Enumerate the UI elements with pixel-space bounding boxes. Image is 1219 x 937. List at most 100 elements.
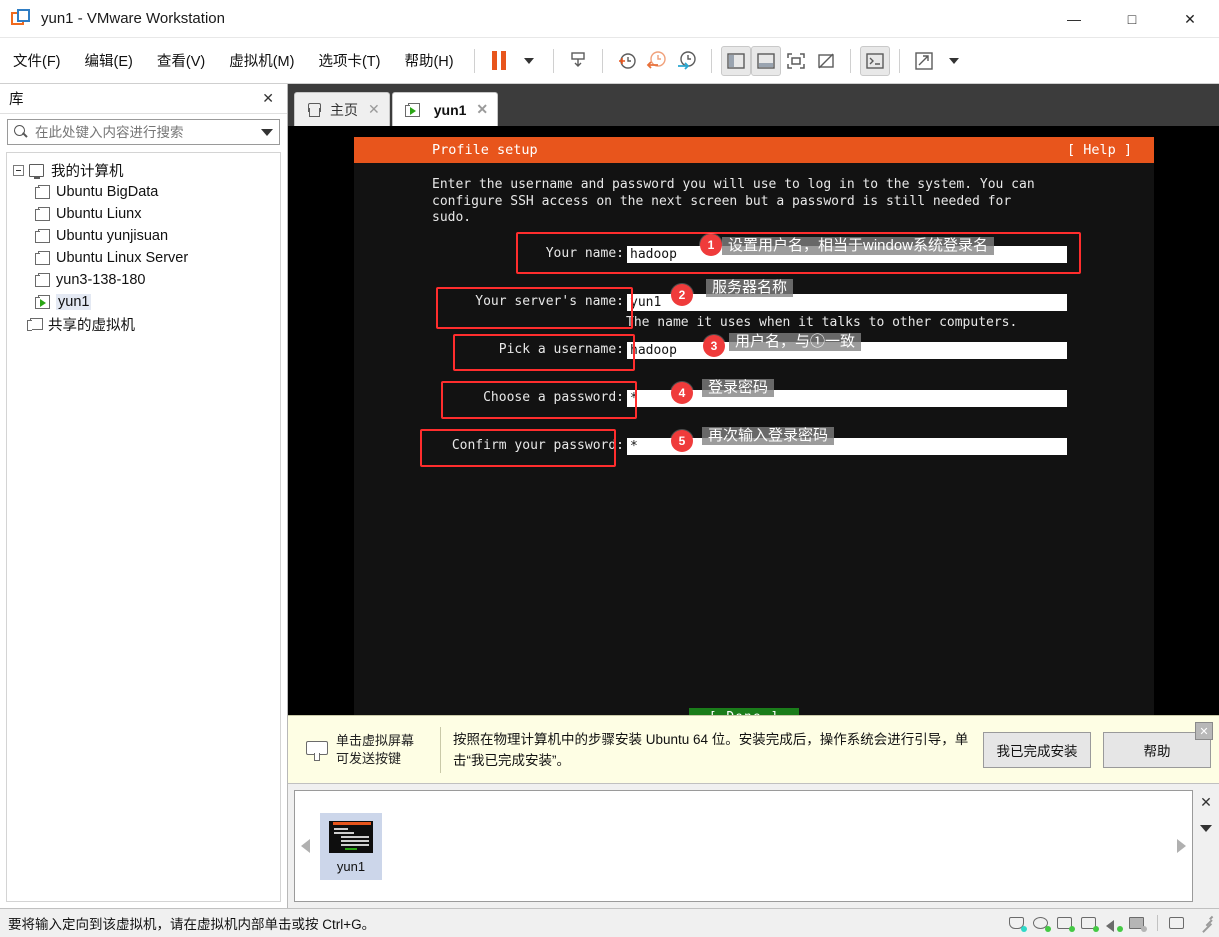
window-title: yun1 - VMware Workstation [41, 10, 225, 27]
sidebar-item-ubuntu-liunx[interactable]: Ubuntu Liunx [7, 203, 280, 225]
sidebar-item-yun3-138-180[interactable]: yun3-138-180 [7, 269, 280, 291]
menu-view[interactable]: 查看(V) [146, 46, 216, 75]
sidebar-item-shared-vms[interactable]: 共享的虚拟机 [7, 313, 280, 335]
dropdown-caret-icon[interactable] [514, 46, 544, 76]
form-row-server-name: Your server's name: yun1 The name it use… [354, 278, 1154, 330]
sidebar-item-ubuntu-bigdata[interactable]: Ubuntu BigData [7, 181, 280, 203]
thumbnail-preview [329, 820, 373, 853]
send-to-back-icon[interactable] [563, 46, 593, 76]
page-title: Profile setup [432, 142, 538, 158]
choose-password-label: Choose a password: [483, 389, 624, 405]
vm-screen[interactable]: Profile setup [ Help ] Enter the usernam… [288, 126, 1219, 728]
revert-snapshot-icon[interactable] [642, 46, 672, 76]
list-item-label: yun3-138-180 [56, 272, 146, 288]
resize-grip[interactable] [1199, 915, 1213, 933]
full-screen-icon[interactable] [781, 46, 811, 76]
stretch-view-icon[interactable] [909, 46, 939, 76]
hint-close-icon[interactable]: ✕ [1195, 722, 1213, 740]
vmware-logo-icon [11, 8, 31, 29]
choose-password-input[interactable]: * [627, 389, 1067, 407]
list-item-label: 共享的虚拟机 [48, 317, 135, 334]
console-view-icon[interactable] [859, 45, 890, 76]
pause-icon[interactable] [484, 46, 514, 76]
search-input[interactable] [35, 124, 261, 140]
network-adapter-icon[interactable] [1057, 916, 1075, 932]
search-icon [14, 125, 28, 139]
help-link[interactable]: [ Help ] [1067, 142, 1132, 158]
workspace: 主页 ✕ yun1 ✕ Profile setup [ Help ] Enter… [288, 84, 1219, 908]
thumbnail-item-yun1[interactable]: yun1 [320, 812, 382, 880]
tab-yun1[interactable]: yun1 ✕ [391, 92, 499, 126]
tab-home[interactable]: 主页 ✕ [294, 92, 390, 126]
annotation-badge-4: 4 [671, 381, 693, 404]
form-row-choose-password: Choose a password: * 4 登录密码 [354, 378, 1154, 419]
maximize-button[interactable]: □ [1103, 0, 1161, 38]
sidebar-item-yun1[interactable]: yun1 [7, 291, 280, 313]
annotation-badge-2: 2 [671, 283, 693, 306]
sidebar-item-ubuntu-yunjisuan[interactable]: Ubuntu yunjisuan [7, 225, 280, 247]
manage-snapshots-icon[interactable] [672, 46, 702, 76]
menu-vm[interactable]: 虚拟机(M) [218, 46, 305, 75]
close-button[interactable]: ✕ [1161, 0, 1219, 38]
vm-icon [35, 273, 50, 287]
hint-message: 按照在物理计算机中的步骤安装 Ubuntu 64 位。安装完成后，操作系统会进行… [453, 731, 969, 768]
next-arrow-icon[interactable] [1177, 839, 1186, 853]
sound-card-icon[interactable] [1105, 916, 1123, 932]
prev-arrow-icon[interactable] [301, 839, 310, 853]
list-item-label: Ubuntu Liunx [56, 206, 142, 222]
confirm-password-input[interactable]: * [627, 437, 1067, 455]
menu-edit[interactable]: 编辑(E) [74, 46, 144, 75]
take-snapshot-icon[interactable] [612, 46, 642, 76]
sidebar-item-ubuntu-linux-server[interactable]: Ubuntu Linux Server [7, 247, 280, 269]
annotation-badge-3: 3 [703, 334, 725, 357]
cd-dvd-icon[interactable] [1033, 916, 1051, 932]
annotation-note-4: 登录密码 [702, 378, 775, 397]
tab-label: yun1 [433, 101, 467, 118]
finished-install-button[interactable]: 我已完成安装 [983, 731, 1091, 768]
search-box[interactable] [7, 119, 280, 145]
menu-tabs[interactable]: 选项卡(T) [307, 46, 391, 75]
toolbar-separator [898, 48, 900, 73]
library-close-icon[interactable]: ✕ [258, 90, 278, 107]
collapse-caret-icon[interactable] [1200, 825, 1212, 832]
collapse-expander-icon[interactable] [13, 164, 24, 176]
tree-root-label: 我的计算机 [51, 163, 124, 180]
home-icon [307, 102, 322, 117]
minimize-button[interactable]: — [1045, 0, 1103, 38]
search-dropdown-caret-icon[interactable] [261, 128, 273, 136]
vm-tree: 我的计算机 Ubuntu BigData Ubuntu Liunx Ubuntu… [6, 152, 281, 902]
installation-hint-bar: 单击虚拟屏幕 可发送按键 按照在物理计算机中的步骤安装 Ubuntu 64 位。… [288, 715, 1219, 783]
status-separator [1157, 915, 1158, 931]
annotation-note-1: 设置用户名，相当于window系统登录名 [722, 236, 995, 255]
show-library-icon[interactable] [720, 45, 751, 76]
ubuntu-installer-console[interactable]: Profile setup [ Help ] Enter the usernam… [354, 137, 1154, 728]
printer-icon[interactable] [1081, 916, 1099, 932]
library-panel: 库 ✕ 我的计算机 Ubuntu BigData Ubuntu Liunx [0, 84, 288, 908]
menu-bar: 文件(F) 编辑(E) 查看(V) 虚拟机(M) 选项卡(T) 帮助(H) [0, 38, 1219, 84]
click-hint-text: 单击虚拟屏幕 可发送按键 [336, 732, 415, 766]
tab-close-icon[interactable]: ✕ [366, 101, 380, 118]
tree-root-my-computer[interactable]: 我的计算机 [7, 159, 280, 181]
usb-device-icon[interactable] [1129, 916, 1147, 932]
status-bar: 要将输入定向到该虚拟机，请在虚拟机内部单击或按 Ctrl+G。 [0, 908, 1219, 937]
unity-mode-icon[interactable] [811, 46, 841, 76]
view-caret-icon[interactable] [939, 46, 969, 76]
menu-file[interactable]: 文件(F) [2, 46, 72, 75]
tab-close-icon[interactable]: ✕ [474, 101, 488, 118]
thumbnail-strip-close-icon[interactable]: ✕ [1200, 794, 1212, 811]
server-name-input[interactable]: yun1 [627, 293, 1067, 311]
show-thumbnails-icon[interactable] [750, 45, 781, 76]
status-message: 要将输入定向到该虚拟机，请在虚拟机内部单击或按 Ctrl+G。 [8, 917, 376, 932]
thumbnail-label: yun1 [336, 858, 366, 874]
toolbar-separator [552, 48, 554, 73]
form-row-your-name: Your name: hadoop 1 设置用户名，相当于window系统登录名 [354, 231, 1154, 274]
vm-running-icon [404, 102, 420, 117]
menu-help[interactable]: 帮助(H) [393, 46, 464, 75]
annotation-badge-5: 5 [671, 429, 693, 452]
vm-icon [35, 251, 50, 265]
floppy-icon[interactable] [1169, 916, 1186, 931]
server-name-helper-text: The name it uses when it talks to other … [626, 314, 1018, 330]
form-row-confirm-password: Confirm your password: * 5 再次输入登录密码 [354, 426, 1154, 467]
form-row-pick-username: Pick a username: hadoop 3 用户名，与①一致 [354, 332, 1154, 371]
hard-disk-icon[interactable] [1009, 916, 1027, 932]
